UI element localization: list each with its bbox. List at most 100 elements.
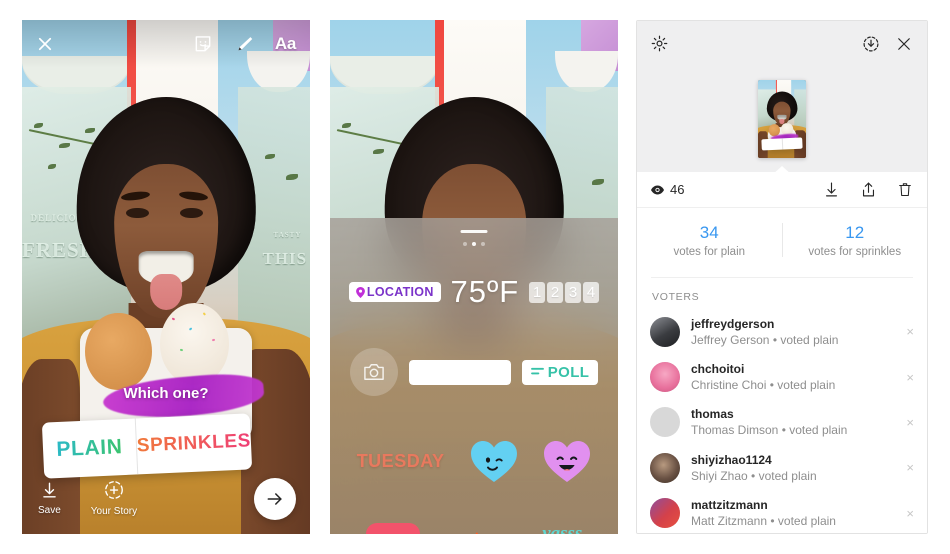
voter-row[interactable]: shiyizhao1124 Shiyi Zhao • voted plain × <box>637 445 927 490</box>
photo-subject-tongue <box>150 274 182 311</box>
voter-subtitle: Matt Zitzmann • voted plain <box>691 514 836 529</box>
poll-question-text[interactable]: Which one? <box>22 385 310 402</box>
sticker-hashtag[interactable]: #HASHTAG <box>409 360 511 385</box>
avatar-image <box>650 407 680 437</box>
map-pin-icon <box>356 286 365 298</box>
sticker-location[interactable]: LOCATION <box>348 282 441 302</box>
voter-text: chchoitoi Christine Choi • voted plain <box>691 361 900 393</box>
sticker-temperature[interactable]: 75ºF <box>450 274 519 310</box>
voter-row[interactable]: chchoitoi Christine Choi • voted plain × <box>637 354 927 399</box>
avatar[interactable] <box>650 498 680 529</box>
voter-text: mattzitzmann Matt Zitzmann • voted plain <box>691 497 900 529</box>
sticker-location-label: LOCATION <box>366 285 434 299</box>
tray-dot[interactable] <box>481 242 485 246</box>
avatar-image <box>650 316 680 347</box>
tray-grab-handle[interactable] <box>460 230 488 233</box>
vote-column-sprinkles: 12 votes for sprinkles <box>783 223 928 258</box>
pen-icon[interactable] <box>233 33 255 55</box>
countdown-digit: 4 <box>583 281 600 303</box>
vote-count-plain: 34 <box>699 222 719 242</box>
add-to-story-icon <box>103 479 125 501</box>
story-insights-panel: 46 34 votes for plain 12 votes for sprin… <box>636 20 928 534</box>
sticker-heart-wink[interactable] <box>470 439 518 483</box>
voter-row[interactable]: mattzitzmann Matt Zitzmann • voted plain… <box>637 491 927 534</box>
views-stat: 46 <box>651 182 684 197</box>
editor-bottom-bar: Save Your Story <box>22 462 310 534</box>
camera-icon <box>363 364 384 380</box>
remove-voter-icon[interactable]: × <box>900 416 914 429</box>
sticker-countdown[interactable]: 1 2 3 4 <box>529 281 600 303</box>
editor-toolbar: Aa <box>22 20 310 68</box>
vote-column-plain: 34 votes for plain <box>637 223 782 258</box>
sticker-camera[interactable] <box>349 348 398 396</box>
pink-smiling-heart-icon <box>544 441 591 482</box>
voter-username: thomas <box>691 407 734 422</box>
voter-text: thomas Thomas Dimson • voted plain <box>691 406 900 438</box>
voters-list[interactable]: jeffreydgerson Jeffrey Gerson • voted pl… <box>637 309 927 533</box>
voter-username: mattzitzmann <box>691 498 768 512</box>
share-icon[interactable] <box>860 181 877 198</box>
avatar-image <box>650 498 680 529</box>
section-divider <box>651 277 913 278</box>
voter-text: shiyizhao1124 Shiyi Zhao • voted plain <box>691 452 900 484</box>
sticker-rounded-red[interactable] <box>365 523 420 534</box>
trash-icon[interactable] <box>897 181 913 198</box>
avatar[interactable] <box>650 452 680 483</box>
flame-icon <box>475 532 478 534</box>
tray-dot-active[interactable] <box>472 242 476 246</box>
sticker-heart-smile[interactable] <box>543 439 591 483</box>
your-story-label: Your Story <box>90 506 138 517</box>
countdown-digit: 2 <box>547 281 564 303</box>
views-count: 46 <box>670 182 685 197</box>
download-icon[interactable] <box>823 181 840 198</box>
voter-row[interactable]: jeffreydgerson Jeffrey Gerson • voted pl… <box>637 309 927 354</box>
countdown-digit: 3 <box>565 281 582 303</box>
sticker-flame[interactable] <box>463 520 499 534</box>
your-story-button[interactable]: Your Story <box>91 479 137 517</box>
voter-username: jeffreydgerson <box>691 316 775 331</box>
story-editor-panel: DELICIOUS FRESH PIES TASTY THIS <box>22 20 310 534</box>
story-thumbnail[interactable] <box>758 80 806 158</box>
sticker-tuesday[interactable]: TUESDAY <box>357 451 445 472</box>
close-icon[interactable] <box>36 35 54 53</box>
voter-row[interactable]: thomas Thomas Dimson • voted plain × <box>637 400 927 445</box>
poll-bars-icon <box>530 367 544 374</box>
remove-voter-icon[interactable]: × <box>900 371 914 384</box>
remove-voter-icon[interactable]: × <box>900 461 914 474</box>
photo-leaf <box>341 122 351 128</box>
sticker-tray-panel: LOCATION 75ºF 1 2 3 4 #HASHTAG POLL TUES… <box>330 20 618 534</box>
insights-stats-row: 46 <box>637 172 927 208</box>
tray-row-2: #HASHTAG POLL <box>330 348 618 396</box>
vote-caption-plain: votes for plain <box>673 245 746 258</box>
avatar[interactable] <box>650 316 680 347</box>
text-tool-label[interactable]: Aa <box>275 34 296 54</box>
eye-icon <box>651 185 664 194</box>
poll-results: 34 votes for plain 12 votes for sprinkle… <box>637 209 927 271</box>
avatar[interactable] <box>650 407 680 438</box>
sticker-poll[interactable]: POLL <box>521 359 599 385</box>
voters-section-label: VOTERS <box>652 291 700 303</box>
voter-username: shiyizhao1124 <box>691 452 772 467</box>
voter-subtitle: Thomas Dimson • voted plain <box>691 423 848 438</box>
sticker-poll-label: POLL <box>547 363 590 381</box>
blue-winking-heart-icon <box>470 441 517 482</box>
close-icon[interactable] <box>895 35 913 53</box>
tray-dot[interactable] <box>463 242 467 246</box>
gear-icon[interactable] <box>651 35 668 52</box>
save-button[interactable]: Save <box>38 481 61 516</box>
photo-subject-eye <box>125 207 149 219</box>
thumbnail-poll-right <box>782 137 802 149</box>
poll-option-left-label: PLAIN <box>55 435 123 462</box>
sticker-script-text[interactable]: yasss <box>542 523 582 534</box>
tray-row-3: TUESDAY <box>330 434 618 488</box>
avatar-image <box>650 452 680 483</box>
screenshot-stage: DELICIOUS FRESH PIES TASTY THIS <box>0 0 950 554</box>
insights-header <box>637 21 927 66</box>
thumbnail-poll-sticker <box>761 137 803 151</box>
story-thumbnail-area <box>637 66 927 172</box>
avatar[interactable] <box>650 362 680 393</box>
sticker-smiley-icon[interactable] <box>193 34 213 54</box>
remove-voter-icon[interactable]: × <box>900 325 914 338</box>
download-circle-icon[interactable] <box>862 35 880 53</box>
remove-voter-icon[interactable]: × <box>900 507 914 520</box>
